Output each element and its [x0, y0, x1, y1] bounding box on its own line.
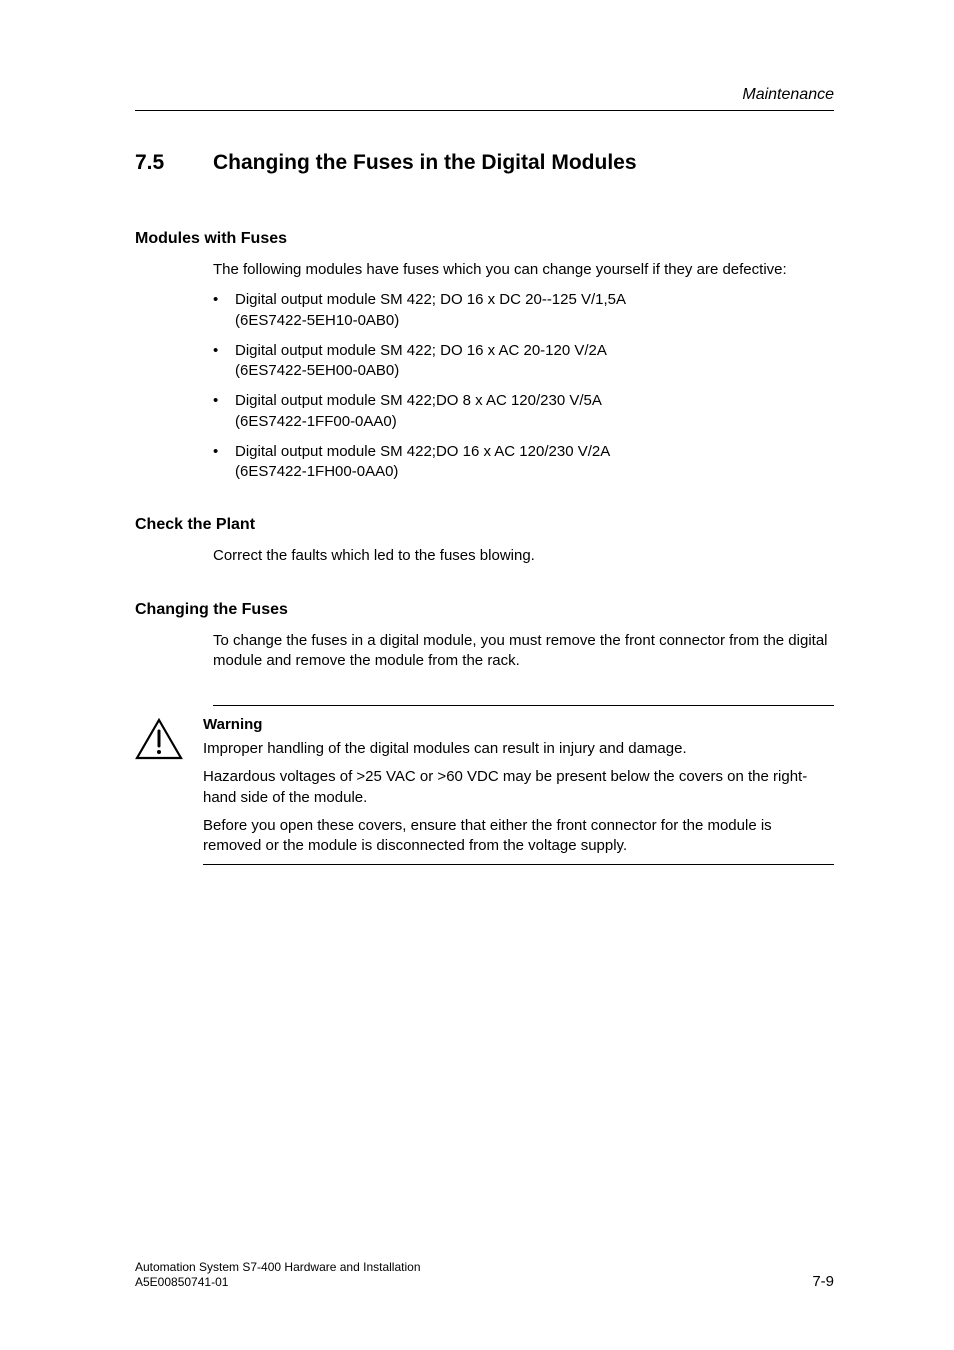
- footer: Automation System S7-400 Hardware and In…: [135, 1260, 834, 1290]
- warning-icon: [135, 718, 183, 760]
- warning-p2: Hazardous voltages of >25 VAC or >60 VDC…: [203, 767, 834, 808]
- changing-fuses-block: Changing the Fuses To change the fuses i…: [135, 601, 834, 672]
- check-plant-heading: Check the Plant: [135, 516, 834, 534]
- footer-left: Automation System S7-400 Hardware and In…: [135, 1260, 421, 1290]
- warning-rule-top: [213, 705, 834, 706]
- section-title: 7.5 Changing the Fuses in the Digital Mo…: [135, 151, 834, 175]
- modules-with-fuses-block: Modules with Fuses The following modules…: [135, 230, 834, 482]
- list-item-line2: (6ES7422-5EH00-0AB0): [235, 362, 399, 379]
- page-number: 7-9: [812, 1273, 834, 1290]
- page: Maintenance 7.5 Changing the Fuses in th…: [0, 0, 954, 1350]
- section-title-text: Changing the Fuses in the Digital Module…: [213, 151, 637, 175]
- list-item-line1: Digital output module SM 422; DO 16 x DC…: [235, 291, 626, 308]
- list-item-line2: (6ES7422-5EH10-0AB0): [235, 312, 399, 329]
- footer-doc-id: A5E00850741-01: [135, 1275, 421, 1290]
- warning-texts: Warning Improper handling of the digital…: [203, 716, 834, 865]
- list-item-line1: Digital output module SM 422; DO 16 x AC…: [235, 342, 607, 359]
- list-item-line2: (6ES7422-1FF00-0AA0): [235, 413, 397, 430]
- check-plant-block: Check the Plant Correct the faults which…: [135, 516, 834, 566]
- changing-fuses-heading: Changing the Fuses: [135, 601, 834, 619]
- warning-rule-bottom: [203, 864, 834, 865]
- list-item-line1: Digital output module SM 422;DO 16 x AC …: [235, 443, 610, 460]
- list-item: Digital output module SM 422; DO 16 x AC…: [213, 341, 834, 382]
- list-item-line1: Digital output module SM 422;DO 8 x AC 1…: [235, 392, 602, 409]
- changing-fuses-text: To change the fuses in a digital module,…: [213, 631, 834, 672]
- list-item: Digital output module SM 422; DO 16 x DC…: [213, 290, 834, 331]
- modules-with-fuses-heading: Modules with Fuses: [135, 230, 834, 248]
- list-item-line2: (6ES7422-1FH00-0AA0): [235, 463, 398, 480]
- list-item: Digital output module SM 422;DO 16 x AC …: [213, 442, 834, 483]
- warning-label: Warning: [203, 716, 834, 733]
- list-item: Digital output module SM 422;DO 8 x AC 1…: [213, 391, 834, 432]
- modules-list: Digital output module SM 422; DO 16 x DC…: [213, 290, 834, 482]
- section-number: 7.5: [135, 151, 175, 175]
- warning-p1: Improper handling of the digital modules…: [203, 739, 834, 759]
- warning-box: Warning Improper handling of the digital…: [213, 705, 834, 865]
- running-header: Maintenance: [135, 86, 834, 111]
- warning-p3: Before you open these covers, ensure tha…: [203, 816, 834, 857]
- footer-doc-title: Automation System S7-400 Hardware and In…: [135, 1260, 421, 1275]
- check-plant-text: Correct the faults which led to the fuse…: [213, 546, 834, 566]
- warning-content: Warning Improper handling of the digital…: [135, 716, 834, 865]
- modules-with-fuses-intro: The following modules have fuses which y…: [213, 260, 834, 280]
